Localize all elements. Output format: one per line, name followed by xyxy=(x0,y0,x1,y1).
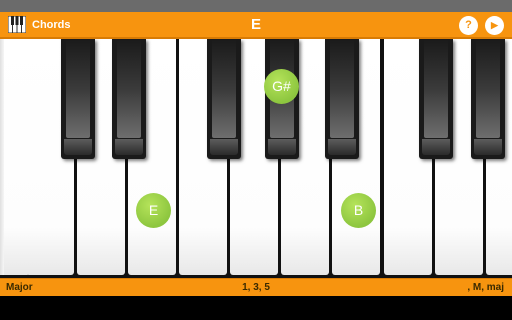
chord-name: E xyxy=(250,16,261,33)
note-marker[interactable]: B xyxy=(341,193,376,228)
play-button[interactable]: ▶ xyxy=(485,16,504,35)
piano-keys-icon[interactable] xyxy=(8,16,26,33)
status-strip xyxy=(0,0,512,12)
toolbar: Chords E ? ▶ xyxy=(0,12,512,39)
help-icon: ? xyxy=(465,19,472,31)
chord-type: Major xyxy=(6,282,33,293)
key-shadow xyxy=(0,39,4,275)
chord-info-bar: Major 1, 3, 5 , M, maj xyxy=(0,278,512,296)
black-key[interactable] xyxy=(325,39,359,159)
black-key[interactable] xyxy=(112,39,146,159)
bottom-strip xyxy=(0,296,512,320)
app-title: Chords xyxy=(32,19,71,31)
chord-aliases: , M, maj xyxy=(467,282,504,293)
piano-keyboard: E G# B xyxy=(0,39,512,278)
note-marker[interactable]: E xyxy=(136,193,171,228)
black-key[interactable] xyxy=(207,39,241,159)
black-key[interactable] xyxy=(61,39,95,159)
help-button[interactable]: ? xyxy=(459,16,478,35)
note-marker[interactable]: G# xyxy=(264,69,299,104)
black-key[interactable] xyxy=(419,39,453,159)
black-key[interactable] xyxy=(471,39,505,159)
chord-formula: 1, 3, 5 xyxy=(242,282,270,293)
play-icon: ▶ xyxy=(491,20,498,30)
